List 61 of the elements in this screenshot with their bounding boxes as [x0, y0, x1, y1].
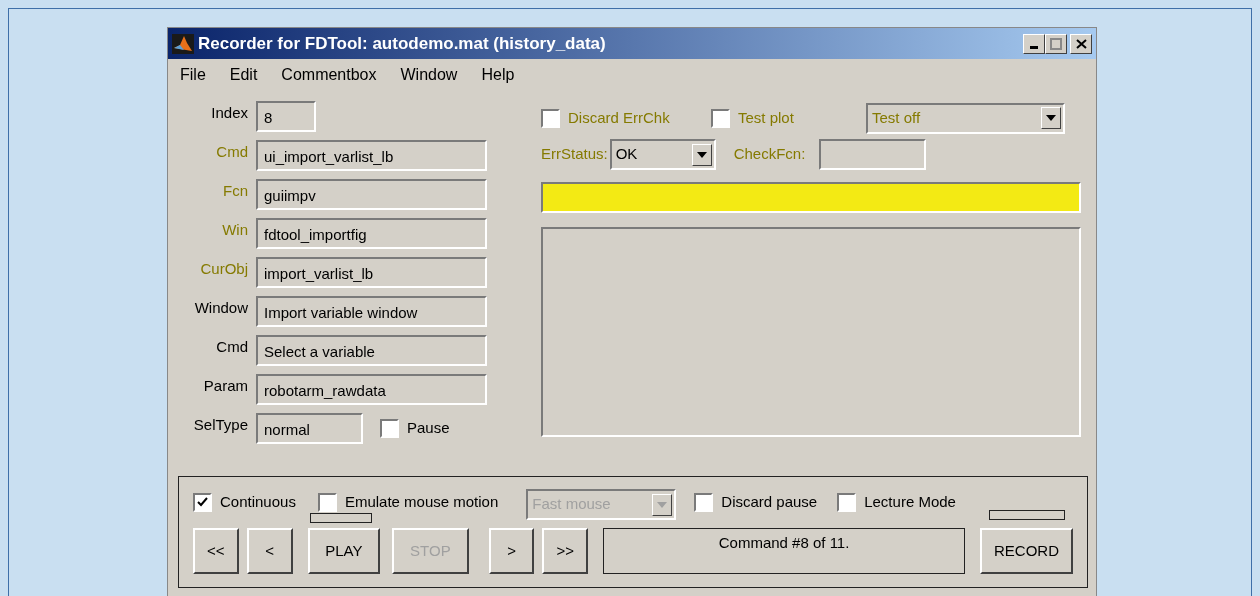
close-button[interactable] — [1070, 33, 1092, 54]
checkbox-label: Continuous — [220, 492, 296, 513]
field-label: Cmd — [215, 337, 249, 358]
message-box: Command #8 of 11. — [603, 528, 965, 574]
menu-item[interactable]: Help — [469, 63, 527, 87]
checkbox[interactable] — [193, 493, 212, 512]
field-label: Cmd — [215, 142, 249, 163]
menu-item[interactable]: File — [168, 63, 218, 87]
playback-button[interactable]: >> — [542, 528, 589, 574]
checkbox-label: Discard pause — [721, 492, 818, 513]
checkbox[interactable] — [837, 493, 857, 512]
text-field[interactable]: import_varlist_lb — [256, 257, 487, 288]
text-field[interactable]: normal — [256, 413, 363, 444]
checkbox-label: Discard ErrChk — [568, 107, 670, 128]
text-field[interactable]: Select a variable — [256, 335, 487, 366]
field-label: Param — [202, 376, 249, 397]
maximize-icon — [1050, 37, 1062, 50]
indicator-bar — [309, 513, 372, 524]
text-field[interactable]: guiimpv — [256, 179, 487, 210]
field-label: SelType — [192, 415, 249, 436]
caret-icon — [657, 501, 668, 508]
checkbox[interactable] — [694, 493, 714, 512]
text-field[interactable] — [819, 139, 927, 170]
close-icon — [1075, 38, 1087, 49]
maximize-button[interactable] — [1045, 33, 1067, 54]
minimize-icon — [1030, 46, 1038, 49]
text-field[interactable]: 8 — [256, 101, 316, 132]
checkbox-label: Emulate mouse motion — [344, 492, 499, 513]
checkbox-label: Lecture Mode — [864, 492, 956, 513]
playback-button[interactable]: PLAY — [307, 528, 381, 574]
menu-item[interactable]: Window — [388, 63, 470, 87]
caret-icon — [1046, 115, 1056, 121]
app-icon — [172, 33, 194, 54]
text-field[interactable]: fdtool_importfig — [256, 218, 487, 249]
field-label: ErrStatus: — [541, 144, 608, 165]
field-label: Win — [221, 220, 249, 241]
checkbox-label: Pause — [407, 418, 450, 439]
text-field[interactable]: ui_import_varlist_lb — [256, 140, 487, 171]
checkbox[interactable] — [541, 108, 560, 128]
checkbox[interactable] — [380, 419, 399, 438]
playback-button[interactable]: < — [246, 528, 293, 574]
menu-item[interactable]: Edit — [217, 63, 270, 87]
field-label: CheckFcn: — [733, 144, 806, 165]
menu-item[interactable]: Commentbox — [269, 63, 389, 87]
minimize-button[interactable] — [1023, 33, 1045, 54]
checkbox[interactable] — [711, 108, 730, 128]
text-field[interactable]: robotarm_rawdata — [256, 374, 487, 405]
checkbox-label: Test plot — [738, 107, 794, 128]
check-icon — [196, 496, 209, 509]
field-label: Window — [193, 298, 249, 319]
field-label: Index — [210, 103, 249, 124]
record-button[interactable]: RECORD — [980, 528, 1073, 574]
checkbox[interactable] — [317, 493, 337, 512]
window-title: Recorder for FDTool: autodemo.mat (history_data) — [198, 32, 607, 55]
dropdown[interactable]: OK — [609, 139, 716, 170]
field-label: CurObj — [199, 259, 249, 280]
text-field[interactable]: Import variable window — [256, 296, 487, 327]
playback-button[interactable]: << — [193, 528, 239, 574]
playback-button[interactable]: > — [488, 528, 535, 574]
caret-icon — [696, 151, 707, 158]
field-label: Fcn — [222, 181, 249, 202]
